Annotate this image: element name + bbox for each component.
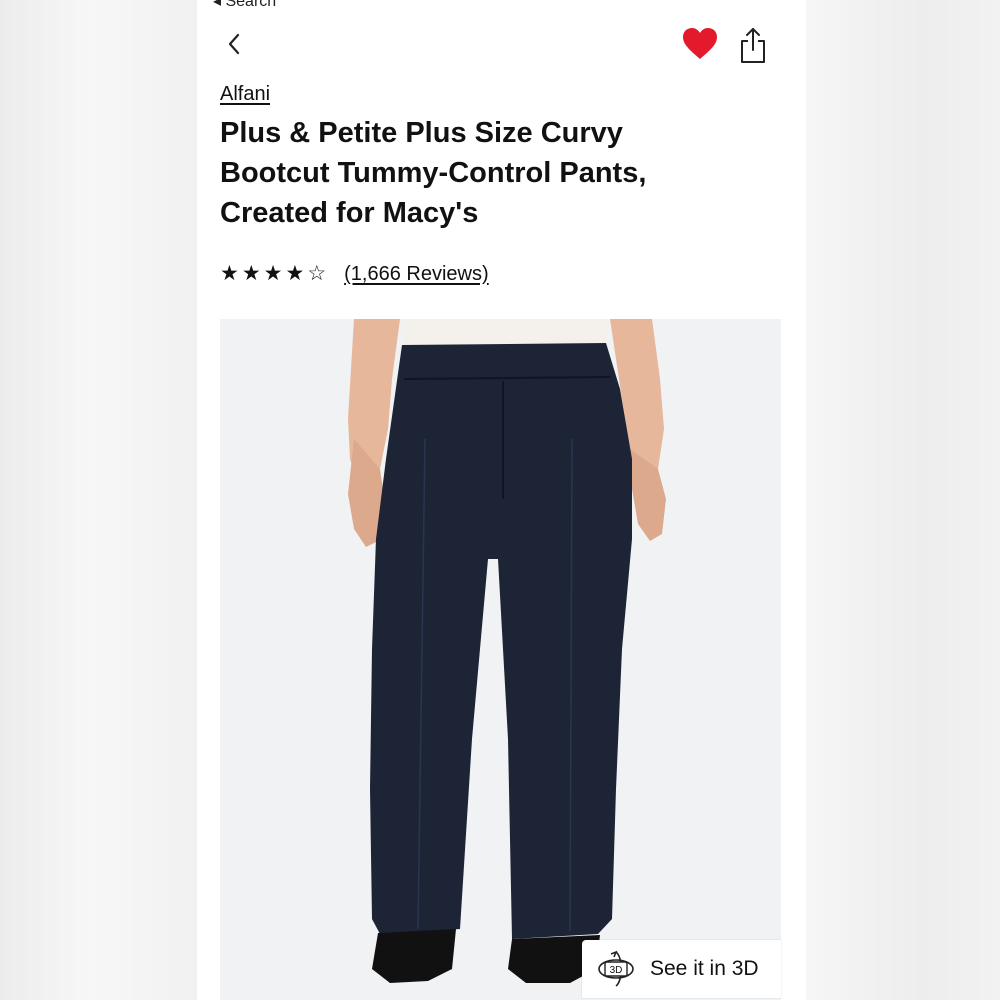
star-icon: ★ <box>241 262 261 285</box>
product-page: ◂ Search Alfani Plus & Petite Plus Size … <box>197 0 806 1000</box>
heart-icon <box>683 28 717 59</box>
favorite-button[interactable] <box>681 26 719 62</box>
chevron-left-icon <box>228 33 240 55</box>
star-icon: ★ <box>263 262 283 285</box>
star-icon: ★ <box>285 262 305 285</box>
background-right <box>806 0 1000 1000</box>
background-left <box>0 0 197 1000</box>
3d-view-icon: 3D <box>598 950 634 987</box>
rating-stars: ★ ★ ★ ★ ☆ <box>220 260 326 288</box>
rating-row: ★ ★ ★ ★ ☆ (1,666 Reviews) <box>220 260 489 288</box>
brand-link[interactable]: Alfani <box>220 83 270 106</box>
3d-badge-text: 3D <box>610 965 623 976</box>
see-in-3d-label: See it in 3D <box>650 957 759 980</box>
see-in-3d-button[interactable]: 3D See it in 3D <box>582 940 781 998</box>
status-back-link[interactable]: ◂ Search <box>213 0 276 11</box>
reviews-link[interactable]: (1,666 Reviews) <box>344 263 489 286</box>
product-image[interactable] <box>220 319 781 1000</box>
pants-illustration <box>348 319 666 983</box>
share-button[interactable] <box>737 26 769 66</box>
product-title: Plus & Petite Plus Size Curvy Bootcut Tu… <box>220 117 647 229</box>
share-icon <box>741 28 765 63</box>
back-button[interactable] <box>227 30 249 58</box>
star-empty-icon: ☆ <box>307 262 327 285</box>
star-icon: ★ <box>220 262 239 285</box>
